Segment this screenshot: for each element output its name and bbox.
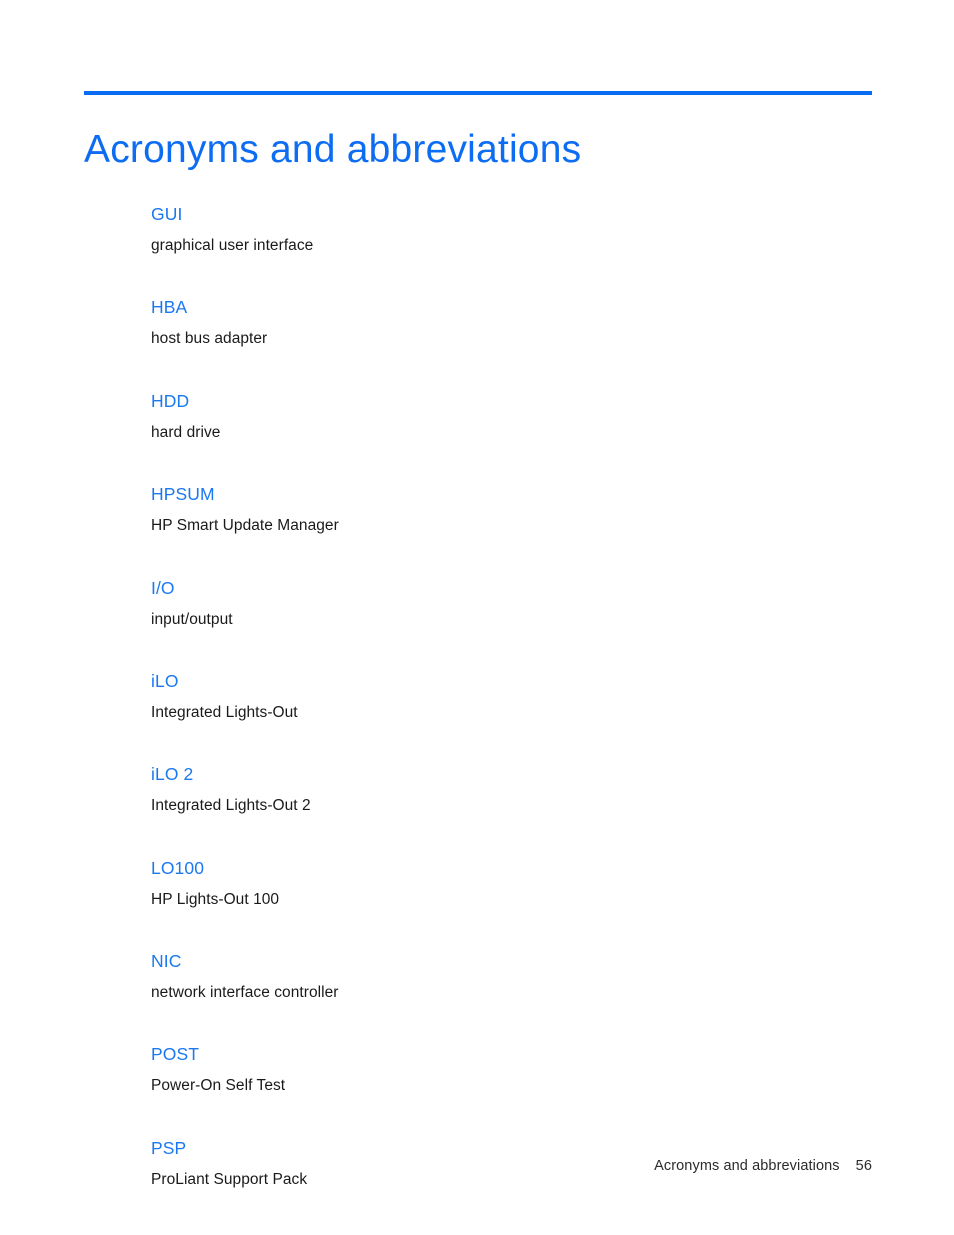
page-title: Acronyms and abbreviations (84, 128, 582, 172)
glossary-term: LO100 (151, 857, 205, 878)
glossary-term: iLO 2 (151, 764, 194, 785)
glossary-entry: POST Power-On Self Test (151, 1044, 872, 1095)
glossary-definition: Power-On Self Test (151, 1077, 286, 1095)
glossary-term: iLO (151, 670, 179, 691)
document-page: Acronyms and abbreviations GUI graphical… (0, 0, 954, 1235)
glossary-term: POST (151, 1044, 200, 1065)
glossary-list: GUI graphical user interface HBA host bu… (151, 204, 872, 1235)
glossary-entry: iLO Integrated Lights-Out (151, 671, 872, 722)
glossary-term: NIC (151, 951, 182, 971)
glossary-entry: HPSUM HP Smart Update Manager (151, 484, 872, 535)
header-rule (84, 91, 872, 95)
glossary-definition: Integrated Lights-Out (151, 703, 298, 721)
glossary-term: PSP (151, 1137, 187, 1158)
glossary-entry: I/O input/output (151, 578, 872, 629)
page-footer: Acronyms and abbreviations 56 (84, 1158, 872, 1174)
footer-section-label: Acronyms and abbreviations (654, 1158, 840, 1174)
footer-page-number: 56 (855, 1158, 872, 1174)
glossary-entry: HBA host bus adapter (151, 297, 872, 348)
glossary-entry: HDD hard drive (151, 391, 872, 442)
glossary-definition: graphical user interface (151, 237, 314, 254)
glossary-term: GUI (151, 204, 183, 224)
glossary-entry: LO100 HP Lights-Out 100 (151, 858, 872, 909)
glossary-term: RBSU (151, 1231, 872, 1235)
glossary-entry: GUI graphical user interface (151, 204, 872, 255)
glossary-definition: network interface controller (151, 984, 339, 1001)
glossary-definition: hard drive (151, 423, 221, 441)
glossary-entry: NIC network interface controller (151, 951, 872, 1002)
glossary-term: I/O (151, 577, 175, 598)
glossary-entry: iLO 2 Integrated Lights-Out 2 (151, 764, 872, 815)
glossary-definition: input/output (151, 610, 233, 628)
glossary-term: HBA (151, 297, 188, 318)
glossary-definition: host bus adapter (151, 330, 268, 348)
glossary-definition: HP Lights-Out 100 (151, 890, 280, 908)
glossary-term: HDD (151, 390, 190, 411)
glossary-entry: RBSU ROM-Based Setup Utility (151, 1231, 872, 1235)
glossary-definition: Integrated Lights-Out 2 (151, 797, 311, 815)
glossary-definition: HP Smart Update Manager (151, 517, 339, 535)
glossary-term: HPSUM (151, 484, 215, 505)
